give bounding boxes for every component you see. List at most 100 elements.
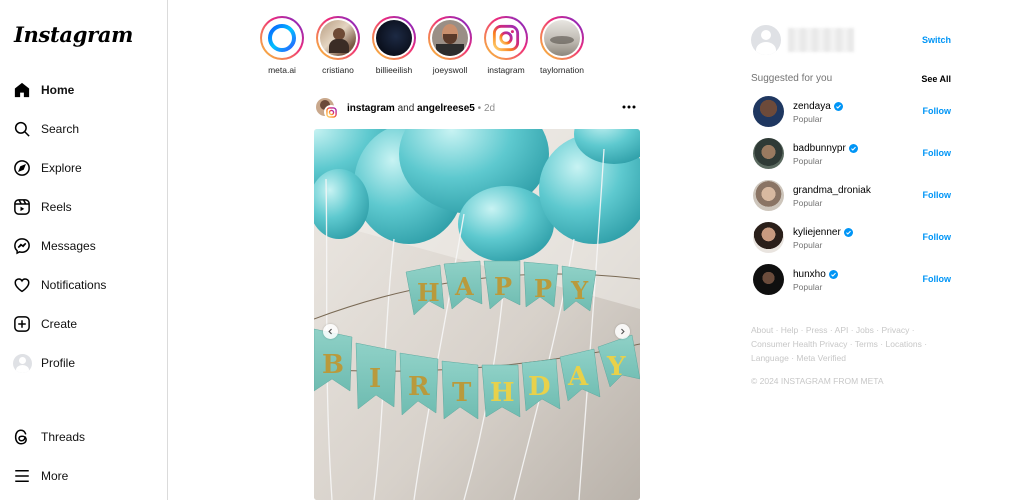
svg-text:T: T (452, 378, 472, 408)
story-item[interactable]: billieeilish (366, 16, 422, 75)
post-header: instagram and angelreese5 • 2d (314, 96, 640, 122)
see-all-link[interactable]: See All (921, 74, 951, 84)
footer-link-press[interactable]: Press (806, 325, 828, 335)
suggestion-name-row: hunxho (793, 269, 838, 280)
sidebar-item-label: Search (41, 122, 80, 136)
verified-badge-icon (833, 102, 843, 111)
svg-text:B: B (322, 350, 344, 380)
footer-link-terms[interactable]: Terms (855, 339, 878, 349)
heart-icon (12, 275, 32, 295)
carousel-prev-button[interactable] (323, 324, 338, 339)
suggestion-username[interactable]: hunxho (793, 269, 826, 280)
sidebar-item-search[interactable]: Search (12, 114, 160, 144)
sidebar-item-label: Notifications (41, 278, 107, 292)
suggestion-subtitle: Popular (793, 240, 823, 250)
blurred-username (788, 28, 854, 52)
suggestion-username[interactable]: badbunnypr (793, 143, 846, 154)
sidebar-item-label: Reels (41, 200, 72, 214)
copyright: © 2024 INSTAGRAM FROM META (751, 376, 884, 386)
footer-link-jobs[interactable]: Jobs (856, 325, 874, 335)
sidebar-item-label: Home (41, 83, 75, 97)
story-item[interactable]: joeyswoll (422, 16, 478, 75)
instagram-logo[interactable]: Instagram (14, 22, 133, 47)
sidebar-item-create[interactable]: Create (12, 309, 160, 339)
sidebar-item-label: Profile (41, 356, 76, 370)
sidebar-item-home[interactable]: Home (12, 75, 160, 105)
footer-link-meta-verified[interactable]: Meta Verified (796, 353, 846, 363)
follow-button[interactable]: Follow (923, 148, 952, 158)
follow-button[interactable]: Follow (923, 190, 952, 200)
suggested-header: Suggested for you See All (751, 73, 951, 84)
suggestion-username[interactable]: kyliejenner (793, 227, 841, 238)
footer-link-about[interactable]: About (751, 325, 773, 335)
story-username: billieeilish (375, 65, 413, 75)
sidebar-item-notifications[interactable]: Notifications (12, 270, 160, 300)
reels-icon (12, 197, 32, 217)
story-username: taylornation (540, 65, 584, 75)
footer-line: About · Help · Press · API · Jobs · Priv… (751, 325, 915, 335)
suggestion-username[interactable]: zendaya (793, 101, 831, 112)
svg-text:D: D (528, 372, 551, 402)
suggestion-username[interactable]: grandma_droniak (793, 185, 871, 196)
profile-avatar-icon (12, 353, 32, 373)
verified-badge-icon (843, 228, 853, 237)
suggestion-item: badbunnypr Popular Follow (753, 138, 951, 170)
search-icon (12, 119, 32, 139)
svg-text:A: A (567, 362, 589, 392)
sidebar-item-more[interactable]: More (12, 461, 160, 491)
home-icon (12, 80, 32, 100)
footer-link-language[interactable]: Language (751, 353, 789, 363)
post-author-link[interactable]: angelreese5 (417, 103, 475, 114)
carousel-next-button[interactable] (615, 324, 630, 339)
sidebar-item-messages[interactable]: Messages (12, 231, 160, 261)
suggested-title: Suggested for you (751, 73, 833, 84)
footer-link-locations[interactable]: Locations (885, 339, 921, 349)
follow-button[interactable]: Follow (923, 106, 952, 116)
svg-text:H: H (417, 278, 440, 307)
svg-text:P: P (534, 274, 552, 303)
follow-button[interactable]: Follow (923, 232, 952, 242)
sidebar-item-label: Threads (41, 430, 86, 444)
suggestion-avatar[interactable] (753, 180, 784, 211)
profile-avatar[interactable] (751, 25, 781, 55)
svg-text:R: R (408, 372, 430, 402)
sidebar-item-explore[interactable]: Explore (12, 153, 160, 183)
suggestion-avatar[interactable] (753, 222, 784, 253)
footer-link-api[interactable]: API (835, 325, 849, 335)
suggestion-avatar[interactable] (753, 96, 784, 127)
svg-text:I: I (369, 364, 381, 394)
hamburger-menu-icon (12, 466, 32, 486)
footer-link-consumer-health[interactable]: Consumer Health Privacy (751, 339, 847, 349)
sidebar-item-label: More (41, 469, 69, 483)
sidebar-item-reels[interactable]: Reels (12, 192, 160, 222)
sidebar-item-profile[interactable]: Profile (12, 348, 160, 378)
svg-text:A: A (454, 272, 474, 301)
suggestion-name-row: kyliejenner (793, 227, 853, 238)
post-author-link[interactable]: instagram (347, 103, 395, 114)
story-item[interactable]: instagram (478, 16, 534, 75)
sidebar-item-label: Explore (41, 161, 82, 175)
suggestion-avatar[interactable] (753, 138, 784, 169)
post-image[interactable]: H A P P Y B I R T H D A Y (314, 129, 640, 500)
footer-link-help[interactable]: Help (781, 325, 798, 335)
story-item[interactable]: cristiano (310, 16, 366, 75)
story-item[interactable]: taylornation (534, 16, 590, 75)
story-avatar (320, 20, 356, 56)
story-username: cristiano (322, 65, 354, 75)
suggestion-subtitle: Popular (793, 156, 823, 166)
footer-link-privacy[interactable]: Privacy (881, 325, 909, 335)
suggestion-avatar[interactable] (753, 264, 784, 295)
post-timestamp[interactable]: 2d (484, 103, 495, 114)
post-author-joiner: and (397, 103, 415, 114)
suggestion-name-row: zendaya (793, 101, 843, 112)
story-avatar (544, 20, 580, 56)
more-options-icon[interactable] (620, 100, 638, 114)
story-item[interactable]: meta.ai (254, 16, 310, 75)
instagram-story-avatar (488, 20, 524, 56)
suggestion-item: zendaya Popular Follow (753, 96, 951, 128)
switch-account-button[interactable]: Switch (922, 35, 951, 45)
story-username: meta.ai (268, 65, 296, 75)
follow-button[interactable]: Follow (923, 274, 952, 284)
plus-square-icon (12, 314, 32, 334)
sidebar-item-threads[interactable]: Threads (12, 422, 160, 452)
